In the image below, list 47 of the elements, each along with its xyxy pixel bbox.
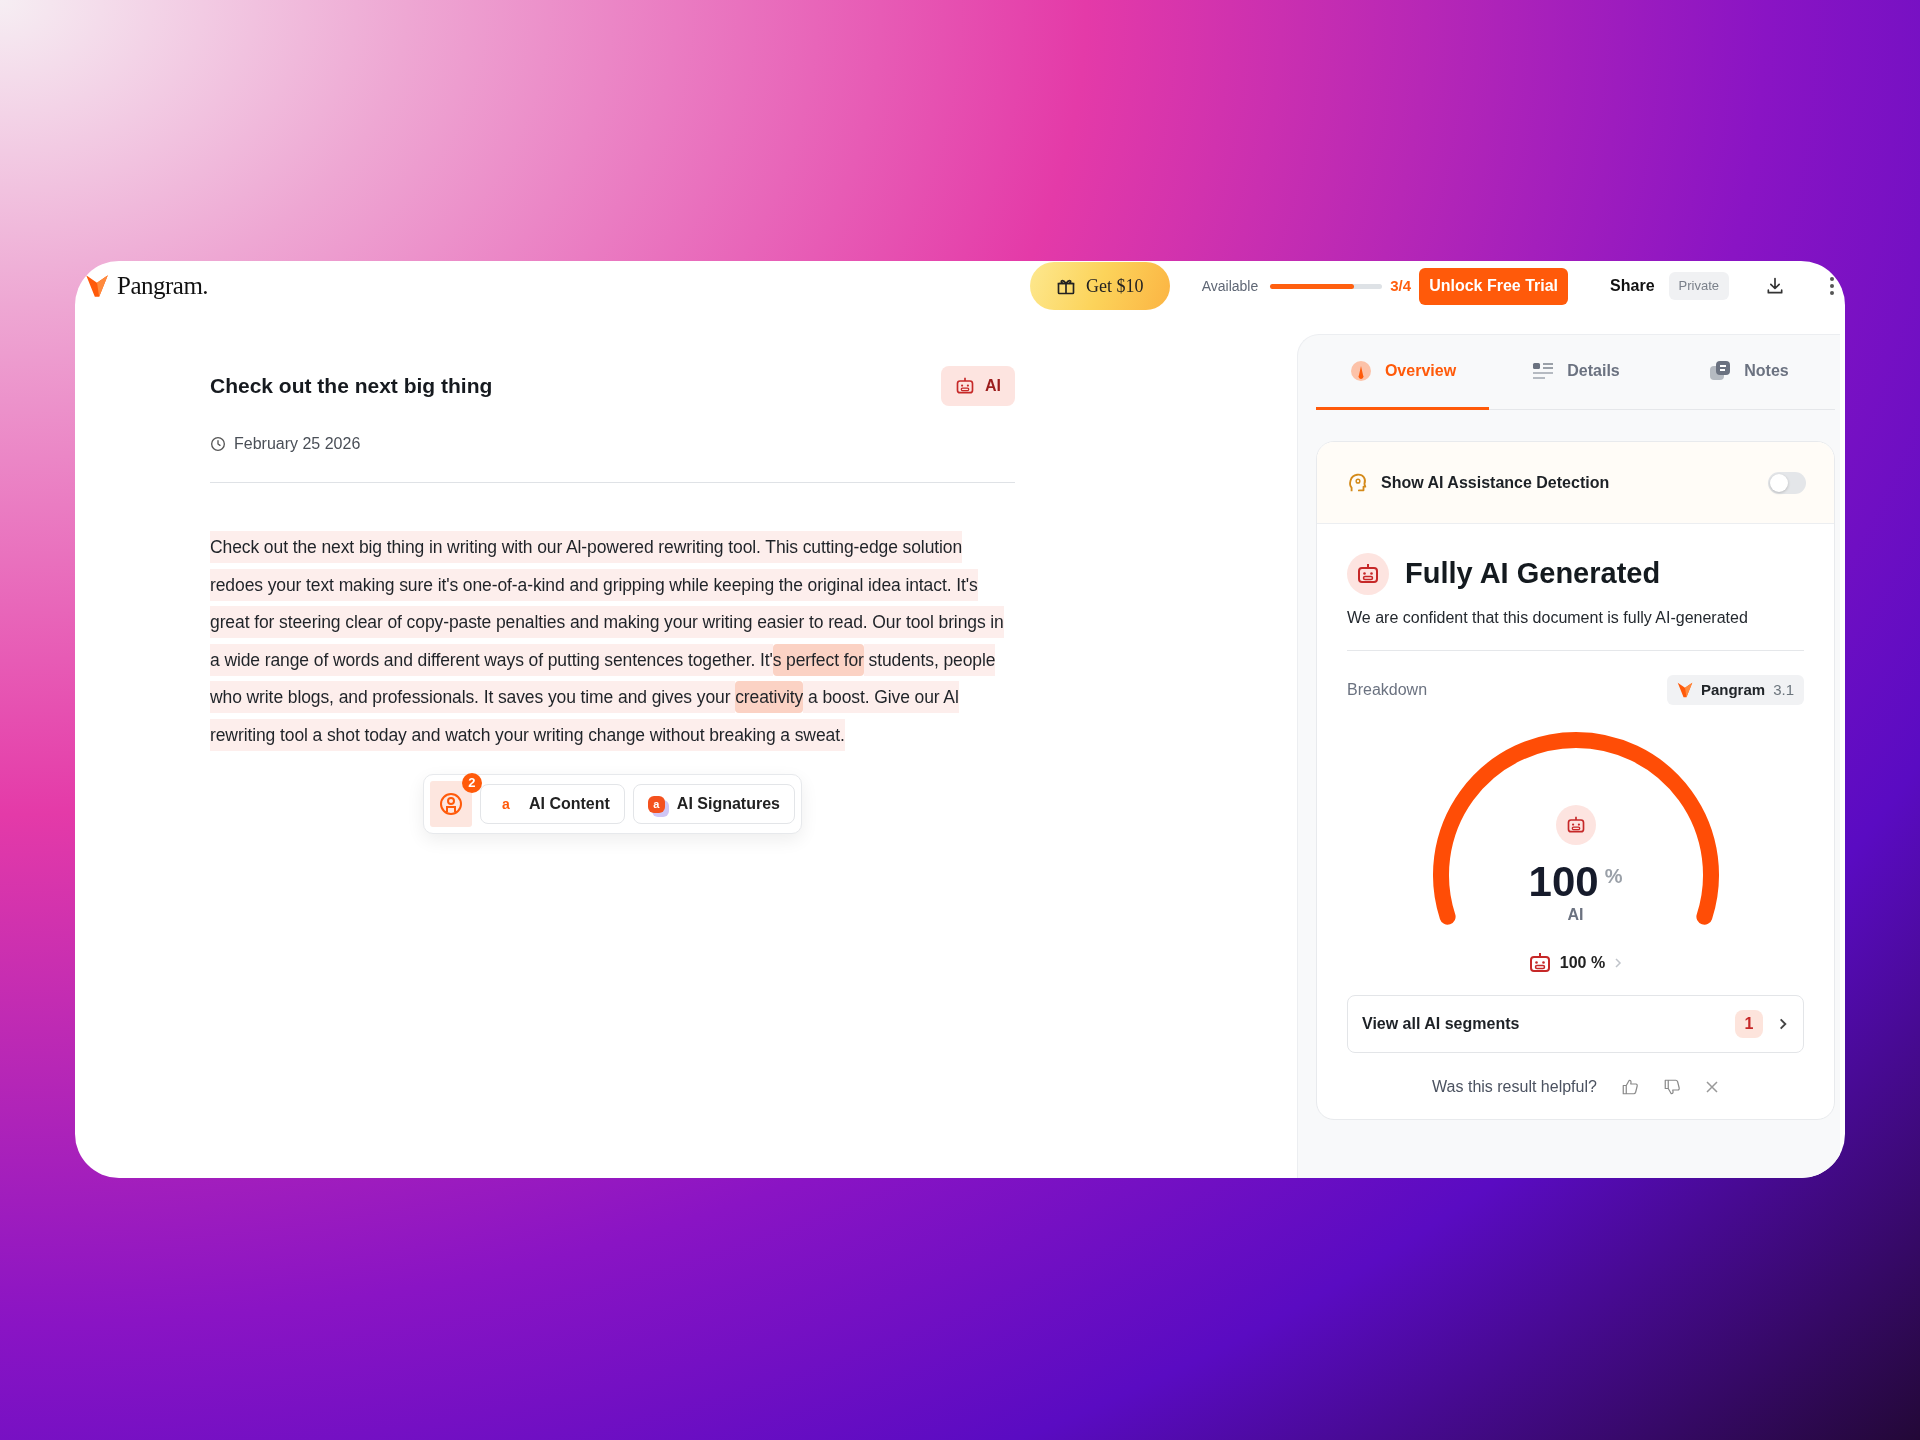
summary-value: 100 % xyxy=(1559,953,1606,973)
chevron-right-icon xyxy=(1613,957,1624,969)
panel-tab[interactable]: Notes xyxy=(1662,335,1835,410)
document-title: Check out the next big thing xyxy=(210,373,493,400)
robot-icon xyxy=(1527,951,1552,975)
count-badge: 2 xyxy=(462,773,482,793)
feedback-question: Was this result helpful? xyxy=(1432,1077,1597,1097)
toggle-switch[interactable] xyxy=(1768,471,1806,494)
toggle-label: Show AI Assistance Detection xyxy=(1381,472,1611,493)
model-name: Pangram xyxy=(1700,679,1766,700)
robot-icon xyxy=(955,376,975,396)
gauge-icon xyxy=(1348,359,1373,383)
panel-tab[interactable]: Details xyxy=(1489,335,1662,410)
letter-icon: a xyxy=(495,793,517,815)
gauge-unit: % xyxy=(1604,864,1623,889)
model-version: 3.1 xyxy=(1773,679,1794,700)
robot-icon xyxy=(1356,561,1380,586)
more-icon[interactable] xyxy=(1829,276,1835,296)
breakdown-label: Breakdown xyxy=(1347,679,1428,700)
robot-icon xyxy=(1565,815,1586,835)
gauge-label: AI xyxy=(1567,905,1584,925)
ai-segments-button[interactable]: View all AI segments 1 xyxy=(1347,995,1804,1053)
logo-text: Pangram. xyxy=(117,271,209,302)
verdict-description: We are confident that this document is fully AI-generated xyxy=(1347,607,1749,628)
ai-badge[interactable]: AI xyxy=(941,366,1015,406)
close-icon[interactable] xyxy=(1704,1080,1719,1094)
visibility-button[interactable]: Private xyxy=(1668,272,1729,300)
segment-count: 1 xyxy=(1735,1010,1763,1038)
clock-icon xyxy=(210,436,226,452)
gauge-value: 100 xyxy=(1528,861,1599,903)
usage-count: 3/4 xyxy=(1390,275,1412,296)
fox-logo-icon xyxy=(85,273,109,299)
fox-logo-icon xyxy=(1676,680,1693,699)
download-icon[interactable] xyxy=(1765,276,1785,296)
chevron-right-icon xyxy=(1777,1017,1789,1031)
person-circle-icon xyxy=(439,792,463,816)
thumbs-down-icon[interactable] xyxy=(1662,1078,1681,1096)
share-button[interactable]: Share xyxy=(1604,273,1661,299)
notes-icon xyxy=(1708,359,1733,383)
usage-label: Available xyxy=(1201,276,1259,296)
verdict-title: Fully AI Generated xyxy=(1405,556,1661,591)
ai-content-button[interactable]: a AI Content xyxy=(480,784,625,824)
head-icon xyxy=(1347,471,1369,494)
ai-signatures-button[interactable]: a AI Signatures xyxy=(632,784,795,824)
thumbs-up-icon[interactable] xyxy=(1620,1078,1639,1096)
document-date: February 25 2026 xyxy=(234,434,361,454)
promo-button[interactable]: Get $10 xyxy=(1029,262,1170,310)
